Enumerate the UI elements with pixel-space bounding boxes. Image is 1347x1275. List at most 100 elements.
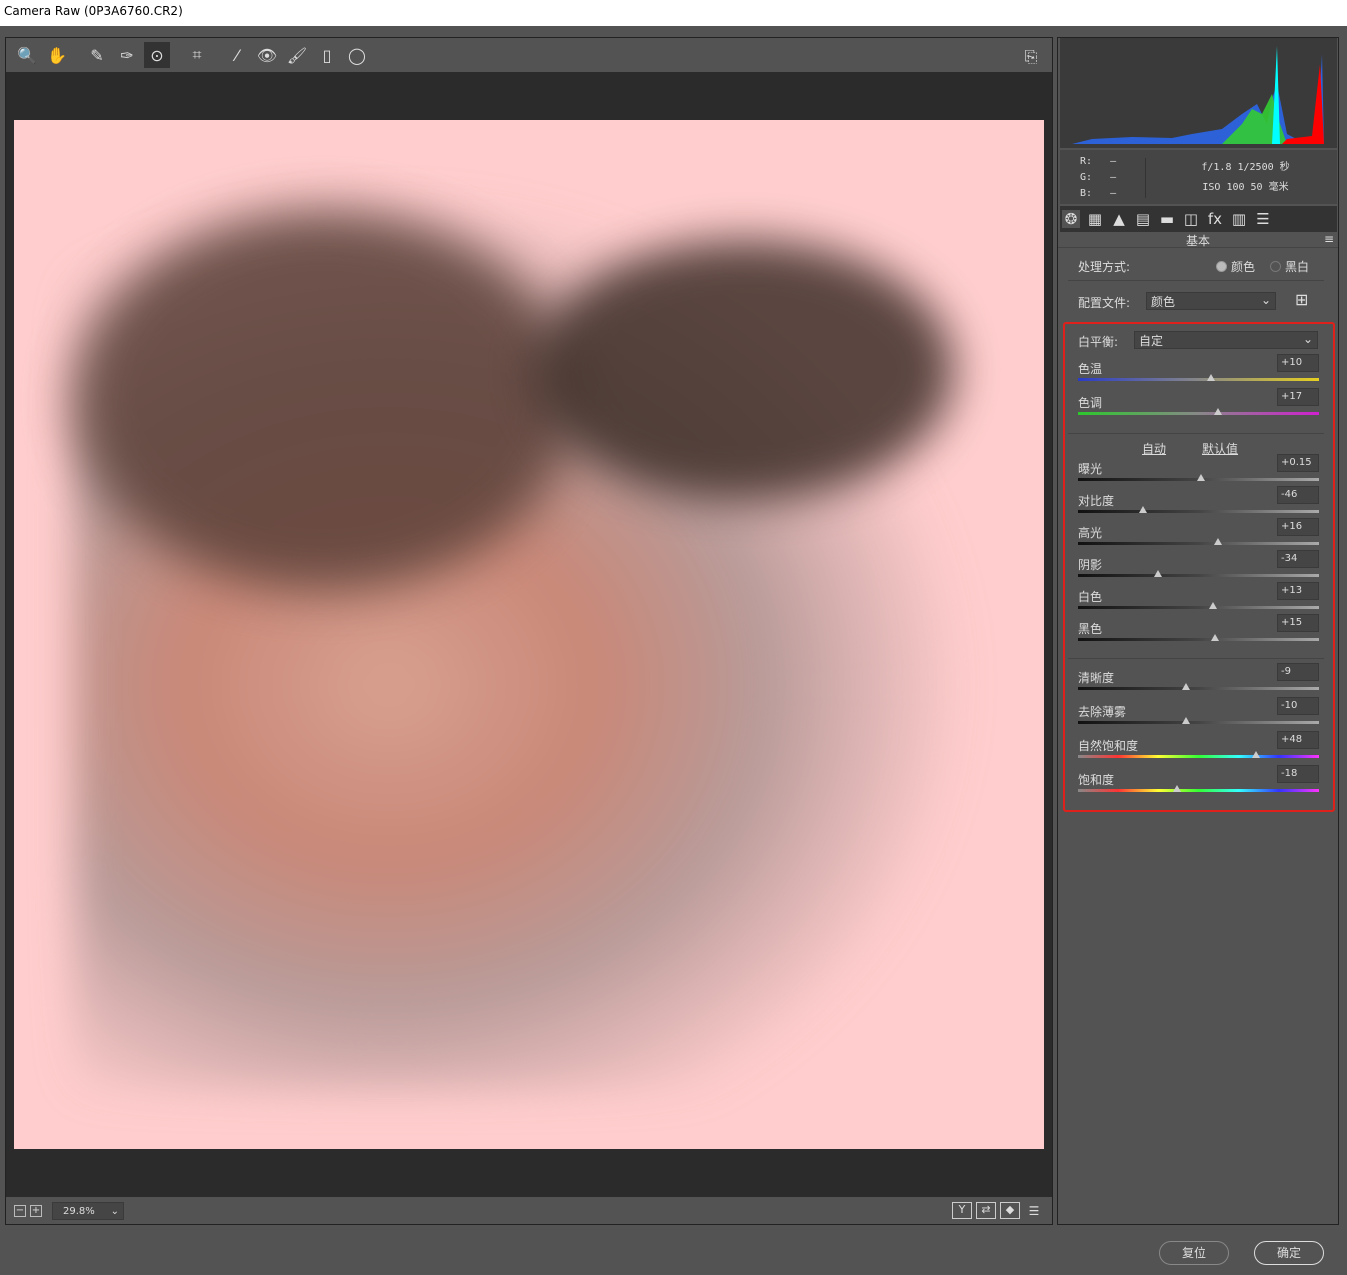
highlights-value-input[interactable]: +16	[1277, 518, 1319, 536]
graduated-filter-icon[interactable]: ▯	[314, 42, 340, 68]
tab-hsl-icon[interactable]: ▤	[1134, 210, 1152, 228]
temperature-label: 色温	[1078, 362, 1103, 376]
contrast-track[interactable]	[1078, 510, 1319, 513]
photo-preview[interactable]	[14, 120, 1044, 1149]
tab-tone-curve-icon[interactable]: ▦	[1086, 210, 1104, 228]
clarity-track[interactable]	[1078, 687, 1319, 690]
zoom-tool-icon[interactable]: 🔍	[14, 42, 40, 68]
zoom-level-select[interactable]: 29.8% ⌄	[52, 1202, 124, 1220]
tab-basic-icon[interactable]: ❂	[1062, 210, 1080, 228]
tint-label: 色调	[1078, 396, 1103, 410]
profile-select[interactable]: 颜色 ⌄	[1146, 292, 1276, 310]
chevron-down-icon: ⌄	[110, 1205, 119, 1217]
exposure-thumb[interactable]	[1196, 474, 1205, 481]
blacks-value-input[interactable]: +15	[1277, 614, 1319, 632]
white-balance-tool-icon[interactable]: ✎	[84, 42, 110, 68]
color-sampler-tool-icon[interactable]: ✑	[114, 42, 140, 68]
blacks-track[interactable]	[1078, 638, 1319, 641]
red-eye-tool-icon[interactable]: 👁	[254, 42, 280, 68]
shadows-thumb[interactable]	[1153, 570, 1162, 577]
auto-link[interactable]: 自动	[1142, 440, 1166, 457]
clarity-label: 清晰度	[1078, 671, 1115, 685]
preview-preferences-icon[interactable]: ☰	[1024, 1202, 1044, 1219]
dehaze-track[interactable]	[1078, 721, 1319, 724]
vibrance-value-input[interactable]: +48	[1277, 731, 1319, 749]
image-info: R: — G: — B: — f/1.8 1/2500 秒 ISO 100 50…	[1060, 150, 1337, 204]
tint-slider[interactable]: 色调 +17	[1078, 388, 1319, 428]
transform-tool-icon[interactable]: ⌗	[184, 42, 210, 68]
tint-value-input[interactable]: +17	[1277, 388, 1319, 406]
zoom-out-button[interactable]: −	[14, 1205, 26, 1217]
reset-button[interactable]: 复位	[1159, 1241, 1229, 1265]
dehaze-value-input[interactable]: -10	[1277, 697, 1319, 715]
treatment-label: 处理方式:	[1078, 260, 1131, 274]
contrast-thumb[interactable]	[1139, 506, 1148, 513]
panel-title: 基本 ≡	[1058, 232, 1338, 248]
saturation-label: 饱和度	[1078, 773, 1115, 787]
targeted-adjustment-tool-icon[interactable]: ⊙	[144, 42, 170, 68]
hand-tool-icon[interactable]: ✋	[44, 42, 70, 68]
clarity-value-input[interactable]: -9	[1277, 663, 1319, 681]
adjustments-panel: R: — G: — B: — f/1.8 1/2500 秒 ISO 100 50…	[1057, 37, 1339, 1225]
radial-filter-icon[interactable]: ◯	[344, 42, 370, 68]
saturation-value-input[interactable]: -18	[1277, 765, 1319, 783]
clarity-thumb[interactable]	[1182, 683, 1191, 690]
saturation-thumb[interactable]	[1172, 785, 1181, 792]
vibrance-track[interactable]	[1078, 755, 1319, 758]
whites-track[interactable]	[1078, 606, 1319, 609]
g-label: G:	[1080, 172, 1093, 183]
spot-removal-tool-icon[interactable]: ⁄	[224, 42, 250, 68]
swap-settings-button[interactable]: ⇄	[976, 1202, 996, 1219]
highlights-thumb[interactable]	[1213, 538, 1222, 545]
photo-hair-left	[74, 210, 574, 590]
shadows-track[interactable]	[1078, 574, 1319, 577]
shadows-value-input[interactable]: -34	[1277, 550, 1319, 568]
window-title: Camera Raw (0P3A6760.CR2)	[0, 0, 1347, 26]
radio-icon	[1270, 261, 1281, 272]
zoom-in-button[interactable]: +	[30, 1205, 42, 1217]
highlights-track[interactable]	[1078, 542, 1319, 545]
default-link[interactable]: 默认值	[1202, 440, 1238, 457]
copy-settings-button[interactable]: ◆	[1000, 1202, 1020, 1219]
temperature-value-input[interactable]: +10	[1277, 354, 1319, 372]
shadows-label: 阴影	[1078, 558, 1103, 572]
tint-track[interactable]	[1078, 412, 1319, 415]
whites-thumb[interactable]	[1208, 602, 1217, 609]
ok-button[interactable]: 确定	[1254, 1241, 1324, 1265]
dehaze-thumb[interactable]	[1182, 717, 1191, 724]
white-balance-value: 自定	[1139, 334, 1164, 348]
tab-presets-icon[interactable]: ☰	[1254, 210, 1272, 228]
temperature-thumb[interactable]	[1206, 374, 1215, 381]
treatment-color-radio[interactable]: 颜色	[1216, 258, 1255, 275]
aperture-shutter: f/1.8 1/2500 秒	[1201, 162, 1290, 173]
blacks-thumb[interactable]	[1211, 634, 1220, 641]
exposure-value-input[interactable]: +0.15	[1277, 454, 1319, 472]
saturation-slider[interactable]: 饱和度 -18	[1078, 765, 1319, 805]
saturation-track[interactable]	[1078, 789, 1319, 792]
white-balance-select[interactable]: 自定 ⌄	[1134, 331, 1318, 349]
profile-browser-icon[interactable]: ⊞	[1295, 290, 1308, 309]
vibrance-thumb[interactable]	[1252, 751, 1261, 758]
tab-effects-icon[interactable]: fx	[1206, 210, 1224, 228]
preview-panel: 🔍 ✋ ✎ ✑ ⊙ ⌗ ⁄ 👁 🖌 ▯ ◯ ⎘ − + 29.8% ⌄ Y ⇄ ◆ ☰	[5, 37, 1053, 1225]
tab-calibration-icon[interactable]: ▥	[1230, 210, 1248, 228]
tab-detail-icon[interactable]: ▲	[1110, 210, 1128, 228]
whites-value-input[interactable]: +13	[1277, 582, 1319, 600]
panel-menu-icon[interactable]: ≡	[1324, 232, 1334, 246]
tint-thumb[interactable]	[1213, 408, 1222, 415]
contrast-value-input[interactable]: -46	[1277, 486, 1319, 504]
toolbar: 🔍 ✋ ✎ ✑ ⊙ ⌗ ⁄ 👁 🖌 ▯ ◯	[6, 38, 1052, 72]
treatment-bw-label: 黑白	[1285, 260, 1310, 274]
chevron-down-icon: ⌄	[1302, 332, 1313, 346]
temperature-track[interactable]	[1078, 378, 1319, 381]
treatment-bw-radio[interactable]: 黑白	[1270, 258, 1309, 275]
tab-split-toning-icon[interactable]: ▬	[1158, 210, 1176, 228]
export-icon[interactable]: ⎘	[1018, 44, 1044, 70]
tab-lens-corrections-icon[interactable]: ◫	[1182, 210, 1200, 228]
whites-label: 白色	[1078, 590, 1103, 604]
before-after-view-button[interactable]: Y	[952, 1202, 972, 1219]
bottom-bar: − + 29.8% ⌄ Y ⇄ ◆ ☰	[6, 1198, 1052, 1224]
blacks-slider[interactable]: 黑色 +15	[1078, 614, 1319, 654]
chevron-down-icon: ⌄	[1260, 293, 1271, 307]
adjustment-brush-icon[interactable]: 🖌	[284, 42, 310, 68]
